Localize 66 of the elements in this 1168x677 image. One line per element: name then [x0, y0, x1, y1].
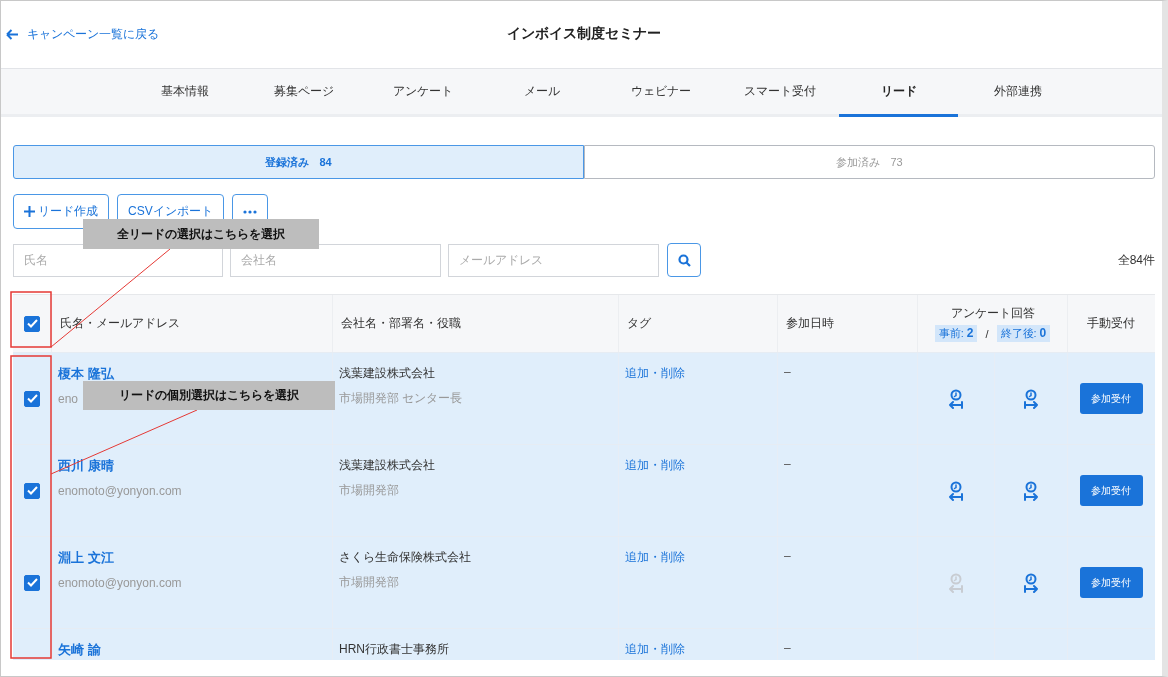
joined-date: – [784, 549, 791, 563]
table-row[interactable]: 矢崎 諭 HRN行政書士事務所 追加・削除 – [13, 628, 1155, 660]
tag-edit-link[interactable]: 追加・削除 [625, 550, 685, 564]
tag-edit-link[interactable]: 追加・削除 [625, 366, 685, 380]
department-text: 市場開発部 [339, 483, 399, 497]
joined-date: – [784, 641, 791, 655]
plus-icon [24, 206, 35, 217]
column-header: アンケート回答 [950, 305, 1035, 322]
separator-text: / [985, 327, 989, 340]
nav-tab[interactable]: 基本情報 [125, 69, 244, 117]
nav-tab[interactable]: ウェビナー [601, 69, 720, 117]
status-segment[interactable]: 登録済み 84 [13, 145, 584, 179]
status-segment[interactable]: 参加済み 73 [584, 145, 1155, 179]
check-icon [26, 319, 38, 328]
check-icon [26, 394, 38, 403]
lead-name[interactable]: 榎本 隆弘 [58, 366, 114, 381]
department-text: 市場開発部 センター長 [339, 391, 463, 405]
annotation-tooltip: 全リードの選択はこちらを選択 [83, 219, 319, 249]
back-link[interactable]: キャンペーン一覧に戻る [6, 25, 159, 43]
row-checkbox[interactable] [24, 390, 40, 407]
column-header: 会社名・部署名・役職 [341, 315, 461, 332]
column-header: 手動受付 [1087, 315, 1135, 332]
nav-tab[interactable]: リード [839, 69, 958, 117]
check-icon [26, 486, 38, 495]
company-name: さくら生命保険株式会社 [339, 550, 471, 564]
row-checkbox[interactable] [24, 574, 40, 591]
tag-edit-link[interactable]: 追加・削除 [625, 458, 685, 472]
column-header: 参加日時 [786, 315, 834, 332]
nav-tab[interactable]: 募集ページ [244, 69, 363, 117]
accept-button[interactable]: 参加受付 [1079, 383, 1143, 414]
lead-email: enomoto@yonyon.com [58, 576, 182, 590]
search-button[interactable] [667, 243, 701, 277]
accept-button[interactable]: 参加受付 [1079, 475, 1143, 506]
create-lead-button[interactable]: リード作成 [13, 194, 109, 229]
pre-survey-badge: 事前: 2 [934, 325, 978, 342]
company-name: 浅葉建設株式会社 [339, 458, 435, 472]
department-text: 市場開発部 [339, 575, 399, 589]
lead-name[interactable]: 矢崎 諭 [58, 642, 101, 657]
joined-date: – [784, 365, 791, 379]
page-title: インボイス制度セミナー [507, 25, 661, 43]
nav-tab[interactable]: スマート受付 [720, 69, 839, 117]
company-name: 浅葉建設株式会社 [339, 366, 435, 380]
table-row[interactable]: 淵上 文江 enomoto@yonyon.com さくら生命保険株式会社 市場開発部 追加・削除 – 参加受付 [13, 536, 1155, 628]
row-checkbox[interactable] [24, 482, 40, 499]
select-all-checkbox[interactable] [24, 315, 40, 332]
accept-button[interactable]: 参加受付 [1079, 567, 1143, 598]
nav-tab[interactable]: 外部連携 [958, 69, 1077, 117]
highlight-frame [10, 291, 52, 348]
column-header: タグ [627, 315, 651, 332]
filter-field[interactable]: メールアドレス [448, 243, 659, 277]
company-name: HRN行政書士事務所 [339, 642, 449, 656]
annotation-tooltip: リードの個別選択はこちらを選択 [83, 381, 335, 410]
post-survey-badge: 終了後: 0 [996, 325, 1051, 342]
nav-tab[interactable]: アンケート [363, 69, 482, 117]
filter-field[interactable]: 会社名 [230, 243, 441, 277]
lead-email: enomoto@yonyon.com [58, 484, 182, 498]
nav-tab[interactable]: メール [482, 69, 601, 117]
check-icon [26, 578, 38, 587]
joined-date: – [784, 457, 791, 471]
more-icon [242, 209, 257, 214]
tag-edit-link[interactable]: 追加・削除 [625, 642, 685, 656]
total-count: 全84件 [1117, 251, 1155, 269]
lead-email: eno [58, 392, 79, 406]
search-icon [677, 253, 691, 267]
back-arrow-icon [6, 28, 19, 40]
lead-name[interactable]: 淵上 文江 [58, 550, 114, 565]
